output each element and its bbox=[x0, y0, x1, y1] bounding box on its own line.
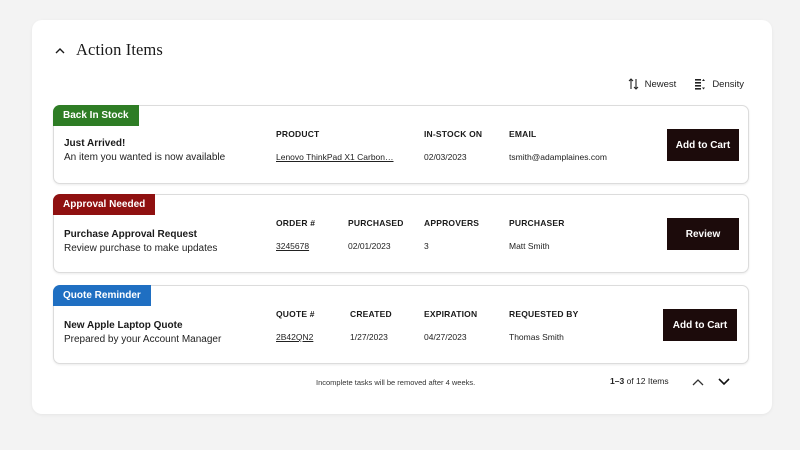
column-value: 1/27/2023 bbox=[350, 332, 388, 342]
column-expiration: EXPIRATION 04/27/2023 bbox=[424, 309, 477, 342]
card-title: Purchase Approval Request bbox=[64, 229, 198, 240]
card-subtitle: Prepared by your Account Manager bbox=[64, 334, 222, 345]
column-value: 02/03/2023 bbox=[424, 152, 467, 162]
card-message: New Apple Laptop Quote Prepared by your … bbox=[64, 320, 221, 345]
column-header: PURCHASER bbox=[509, 218, 565, 228]
column-header: REQUESTED BY bbox=[509, 309, 579, 319]
add-to-cart-button[interactable]: Add to Cart bbox=[667, 129, 739, 161]
chevron-down-icon bbox=[718, 373, 730, 391]
column-created: CREATED 1/27/2023 bbox=[350, 309, 392, 342]
card-title: New Apple Laptop Quote bbox=[64, 320, 183, 331]
column-value: tsmith@adamplaines.com bbox=[509, 152, 607, 162]
column-header: PRODUCT bbox=[276, 129, 320, 139]
column-header: IN-STOCK ON bbox=[424, 129, 483, 139]
pagination-summary: 1–3 of 12 Items bbox=[610, 376, 669, 386]
column-header: APPROVERS bbox=[424, 218, 480, 228]
pagination-total: 12 Items bbox=[636, 376, 669, 386]
column-value: 04/27/2023 bbox=[424, 332, 467, 342]
column-value: Matt Smith bbox=[509, 241, 550, 251]
column-value: 3 bbox=[424, 241, 429, 251]
action-card-quote-reminder: Quote Reminder New Apple Laptop Quote Pr… bbox=[53, 285, 749, 364]
sort-label: Newest bbox=[644, 78, 677, 90]
card-subtitle: Review purchase to make updates bbox=[64, 243, 218, 254]
status-badge: Approval Needed bbox=[53, 194, 156, 215]
card-message: Just Arrived! An item you wanted is now … bbox=[64, 138, 225, 163]
previous-page-button[interactable] bbox=[690, 374, 706, 390]
column-purchased: PURCHASED 02/01/2023 bbox=[348, 218, 404, 251]
column-requested-by: REQUESTED BY Thomas Smith bbox=[509, 309, 578, 342]
next-page-button[interactable] bbox=[716, 374, 732, 390]
sort-icon bbox=[628, 78, 639, 90]
column-header: EMAIL bbox=[509, 129, 537, 139]
density-button[interactable]: Density bbox=[694, 78, 744, 90]
column-product: PRODUCT Lenovo ThinkPad X1 Carbon… bbox=[276, 129, 394, 162]
column-header: QUOTE # bbox=[276, 309, 315, 319]
status-badge: Back In Stock bbox=[53, 105, 139, 126]
density-label: Density bbox=[712, 78, 744, 90]
action-card-back-in-stock: Back In Stock Just Arrived! An item you … bbox=[53, 105, 749, 184]
section-title: Action Items bbox=[76, 40, 163, 59]
card-message: Purchase Approval Request Review purchas… bbox=[64, 229, 217, 254]
column-header: CREATED bbox=[350, 309, 392, 319]
quote-number-link[interactable]: 2B42QN2 bbox=[276, 332, 315, 342]
chevron-up-icon[interactable] bbox=[54, 44, 66, 56]
column-approvers: APPROVERS 3 bbox=[424, 218, 479, 251]
add-to-cart-button[interactable]: Add to Cart bbox=[663, 309, 737, 341]
column-header: ORDER # bbox=[276, 218, 316, 228]
section-header-toggle[interactable]: Action Items bbox=[54, 40, 163, 60]
toolbar: Newest Density bbox=[628, 78, 744, 90]
action-items-panel: Action Items Newest Density Back In Stoc… bbox=[32, 20, 772, 414]
order-number-link[interactable]: 3245678 bbox=[276, 241, 315, 251]
product-link[interactable]: Lenovo ThinkPad X1 Carbon… bbox=[276, 152, 394, 162]
card-subtitle: An item you wanted is now available bbox=[64, 152, 226, 163]
sort-newest-button[interactable]: Newest bbox=[628, 78, 677, 90]
column-purchaser: PURCHASER Matt Smith bbox=[509, 218, 565, 251]
column-header: PURCHASED bbox=[348, 218, 404, 228]
pagination-of: of bbox=[626, 376, 634, 386]
pagination-range: 1–3 bbox=[610, 376, 625, 386]
card-title: Just Arrived! bbox=[64, 138, 126, 149]
chevron-up-icon bbox=[692, 373, 704, 391]
review-button[interactable]: Review bbox=[667, 218, 739, 250]
column-in-stock-on: IN-STOCK ON 02/03/2023 bbox=[424, 129, 482, 162]
action-card-approval-needed: Approval Needed Purchase Approval Reques… bbox=[53, 194, 749, 273]
column-email: EMAIL tsmith@adamplaines.com bbox=[509, 129, 607, 162]
column-value: Thomas Smith bbox=[509, 332, 564, 342]
column-quote-number: QUOTE # 2B42QN2 bbox=[276, 309, 315, 342]
footer-note: Incomplete tasks will be removed after 4… bbox=[316, 378, 476, 387]
column-order-number: ORDER # 3245678 bbox=[276, 218, 315, 251]
column-header: EXPIRATION bbox=[424, 309, 478, 319]
density-icon bbox=[694, 78, 706, 90]
column-value: 02/01/2023 bbox=[348, 241, 391, 251]
status-badge: Quote Reminder bbox=[53, 285, 151, 306]
